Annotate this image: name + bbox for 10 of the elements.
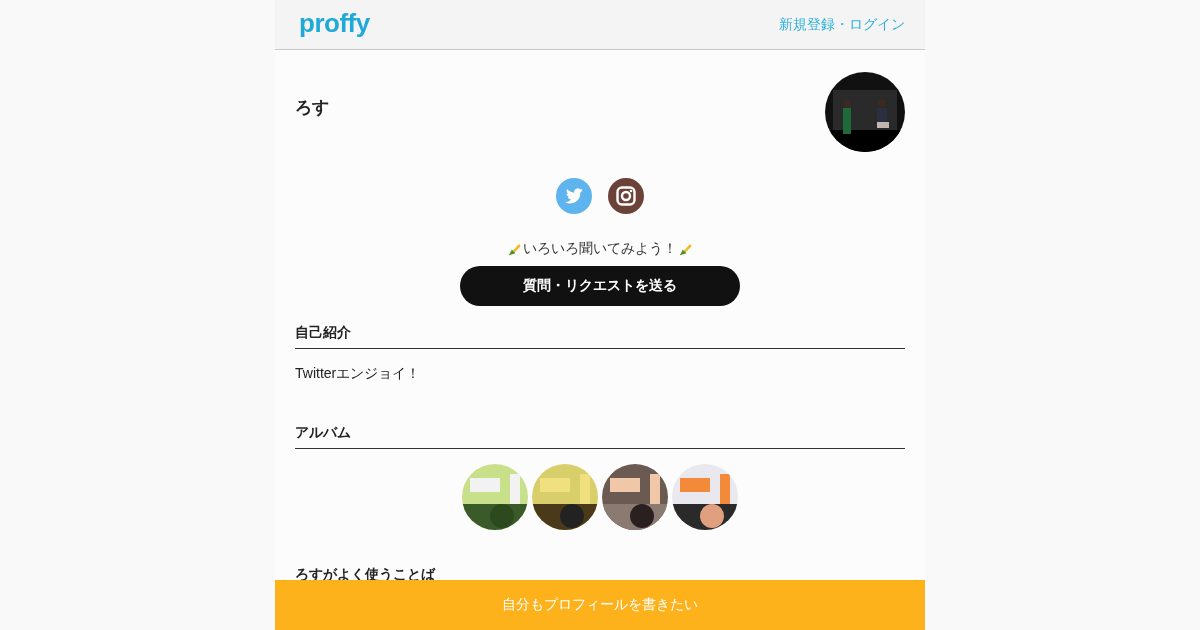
section-title: アルバム bbox=[295, 424, 905, 449]
write-profile-button[interactable]: 自分もプロフィールを書きたい bbox=[275, 580, 925, 630]
login-link[interactable]: 新規登録・ログイン bbox=[779, 15, 905, 34]
ask-button[interactable]: 質問・リクエストを送る bbox=[460, 266, 740, 306]
ask-prompt: いろいろ聞いてみよう！ bbox=[523, 240, 677, 258]
logo[interactable]: proffy bbox=[299, 8, 370, 39]
bio-text: Twitterエンジョイ！ bbox=[295, 365, 422, 383]
profile-name: ろす bbox=[295, 97, 329, 119]
section-title: 自己紹介 bbox=[295, 324, 905, 349]
camera-icon[interactable] bbox=[608, 178, 644, 214]
